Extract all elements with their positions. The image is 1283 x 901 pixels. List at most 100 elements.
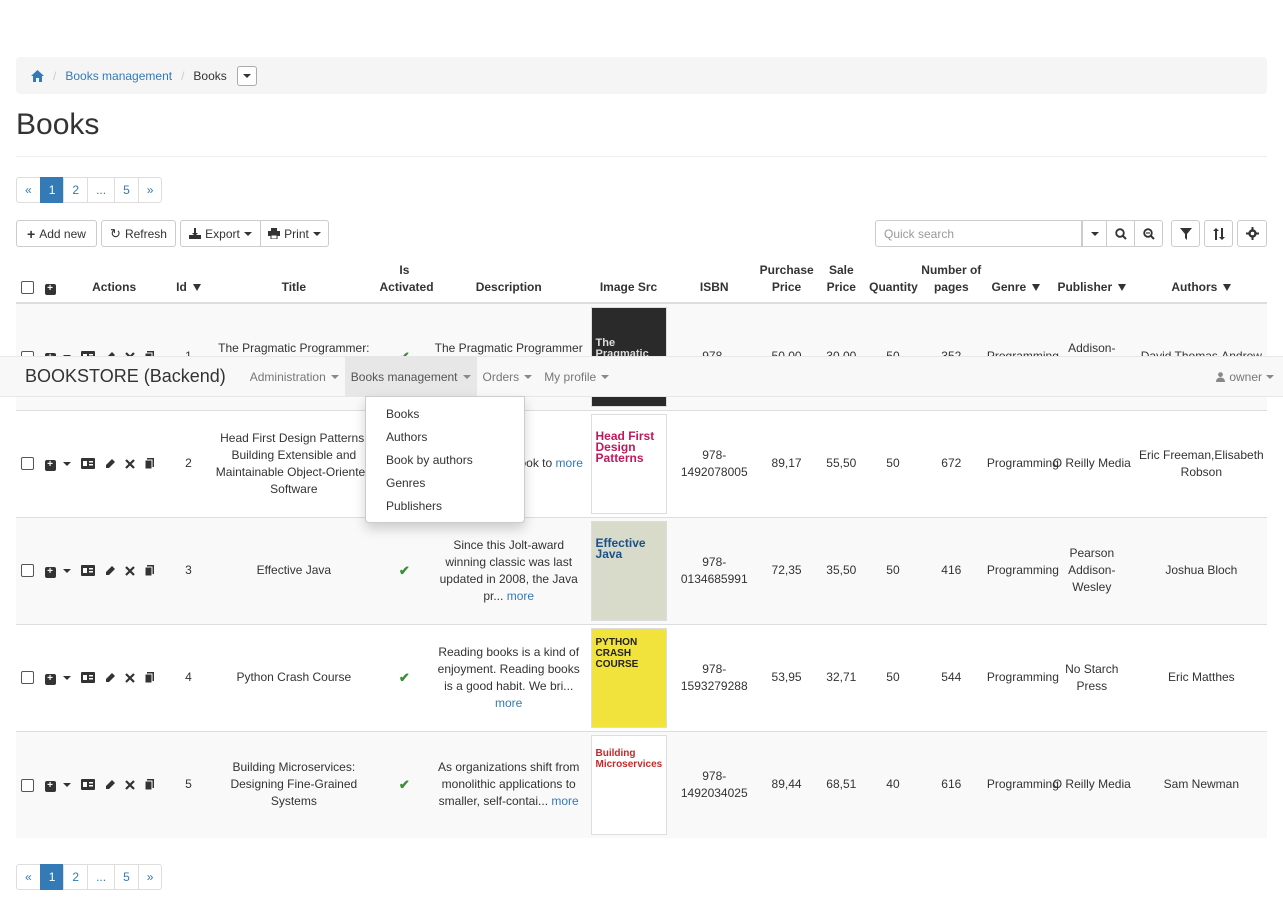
cell-publisher: No Starch Press [1047,623,1136,731]
edit-pencil-icon[interactable] [105,458,115,469]
pagination-next[interactable]: » [137,177,163,203]
copy-icon[interactable] [144,565,154,576]
add-new-button[interactable]: + Add new [16,220,97,247]
expand-row-icon[interactable]: + [44,566,56,578]
view-details-icon[interactable] [80,565,95,576]
view-details-icon[interactable] [80,672,95,683]
pagination-page[interactable]: 5 [114,177,139,203]
menu-item-genres[interactable]: Genres [366,472,524,495]
quick-search-input[interactable] [875,220,1082,247]
filter-icon[interactable] [192,284,201,292]
more-link[interactable]: more [556,456,583,470]
filter-button[interactable] [1171,220,1200,247]
col-quantity[interactable]: Quantity [867,258,919,304]
more-link[interactable]: more [495,696,522,710]
filter-icon[interactable] [1118,284,1127,292]
sort-button[interactable] [1204,220,1233,247]
col-authors-label: Authors [1171,280,1218,294]
row-expand-cell: + [38,730,62,838]
nav-administration[interactable]: Administration [244,357,345,396]
user-menu[interactable]: owner [1216,370,1274,384]
pagination-page[interactable]: 2 [63,864,89,890]
nav-my-profile[interactable]: My profile [538,357,615,396]
pagination-page[interactable]: 2 [63,177,89,203]
filter-icon[interactable] [1223,284,1232,292]
page-title: Books [16,108,100,141]
select-all-checkbox[interactable] [20,281,34,295]
col-description[interactable]: Description [431,258,587,304]
col-authors[interactable]: Authors [1135,258,1267,304]
edit-pencil-icon[interactable] [105,779,115,790]
export-button[interactable]: Export [180,220,261,247]
menu-item-books[interactable]: Books [366,403,524,426]
row-expand-caret-icon[interactable] [62,461,71,466]
nav-books-management[interactable]: Books management [344,357,477,396]
col-purchase-price[interactable]: Purchase Price [757,258,816,304]
expand-row-icon[interactable]: + [44,673,56,685]
delete-icon[interactable] [124,672,135,683]
row-checkbox[interactable] [20,564,34,578]
row-checkbox[interactable] [20,457,34,471]
pagination-ellipsis[interactable]: ... [87,177,116,203]
cell-pages: 672 [918,409,984,517]
pagination-page[interactable]: 1 [39,177,65,203]
table-row[interactable]: + 4 Python Crash Course ✔ Reading books … [16,623,1267,731]
settings-button[interactable] [1237,220,1267,247]
home-icon[interactable] [31,69,44,82]
row-expand-caret-icon[interactable] [62,782,71,787]
search-button[interactable] [1106,220,1135,247]
pagination-ellipsis[interactable]: ... [87,864,116,890]
col-title[interactable]: Title [210,258,378,304]
pagination-prev[interactable]: « [16,864,41,890]
copy-icon[interactable] [144,672,154,683]
pagination-page[interactable]: 1 [39,864,65,890]
menu-item-book-by-authors[interactable]: Book by authors [366,449,524,472]
refresh-button[interactable]: ↻ Refresh [101,220,176,247]
edit-pencil-icon[interactable] [105,565,115,576]
col-genre[interactable]: Genre [983,258,1048,304]
table-row[interactable]: + 5 Building Microservices: Designing Fi… [16,730,1267,838]
pagination-page[interactable]: 5 [114,864,139,890]
col-pages[interactable]: Number of pages [918,258,984,304]
row-checkbox[interactable] [20,778,34,792]
expand-all-icon[interactable]: + [44,283,56,295]
edit-pencil-icon[interactable] [105,672,115,683]
col-sale-price[interactable]: Sale Price [815,258,868,304]
nav-orders[interactable]: Orders [477,357,539,396]
row-expand-caret-icon[interactable] [62,568,71,573]
copy-icon[interactable] [144,779,154,791]
col-image-src[interactable]: Image Src [586,258,671,304]
pagination-prev[interactable]: « [16,177,41,203]
expand-row-icon[interactable]: + [44,780,56,792]
breadcrumb-books-management[interactable]: Books management [65,69,172,83]
filter-icon[interactable] [1032,284,1041,292]
col-isbn[interactable]: ISBN [670,258,758,304]
breadcrumb-dropdown-button[interactable] [236,65,257,86]
expand-row-icon[interactable]: + [44,459,56,471]
menu-item-publishers[interactable]: Publishers [366,495,524,518]
copy-icon[interactable] [144,458,154,469]
caret-down-icon [242,73,251,78]
print-button[interactable]: Print [260,220,329,247]
delete-icon[interactable] [124,779,135,790]
more-link[interactable]: more [551,794,578,808]
search-options-dropdown[interactable] [1082,220,1107,247]
delete-icon[interactable] [124,458,135,469]
navbar-brand[interactable]: BOOKSTORE (Backend) [25,366,226,387]
row-expand-caret-icon[interactable] [62,675,71,680]
table-row[interactable]: + 2 Head First Design Patterns: Building… [16,409,1267,517]
row-checkbox[interactable] [20,671,34,685]
view-details-icon[interactable] [80,779,95,791]
col-publisher[interactable]: Publisher [1047,258,1136,304]
more-link[interactable]: more [507,589,534,603]
view-details-icon[interactable] [80,458,95,469]
menu-item-authors[interactable]: Authors [366,426,524,449]
caret-down-icon [1090,231,1099,236]
col-id[interactable]: Id [166,258,211,304]
advanced-search-button[interactable] [1134,220,1163,247]
pagination-next[interactable]: » [137,864,163,890]
table-row[interactable]: + 3 Effective Java ✔ Since this Jolt-awa… [16,516,1267,624]
export-print-group: Export Print [180,220,329,247]
col-is-activated[interactable]: Is Activated [377,258,434,304]
delete-icon[interactable] [124,565,135,576]
